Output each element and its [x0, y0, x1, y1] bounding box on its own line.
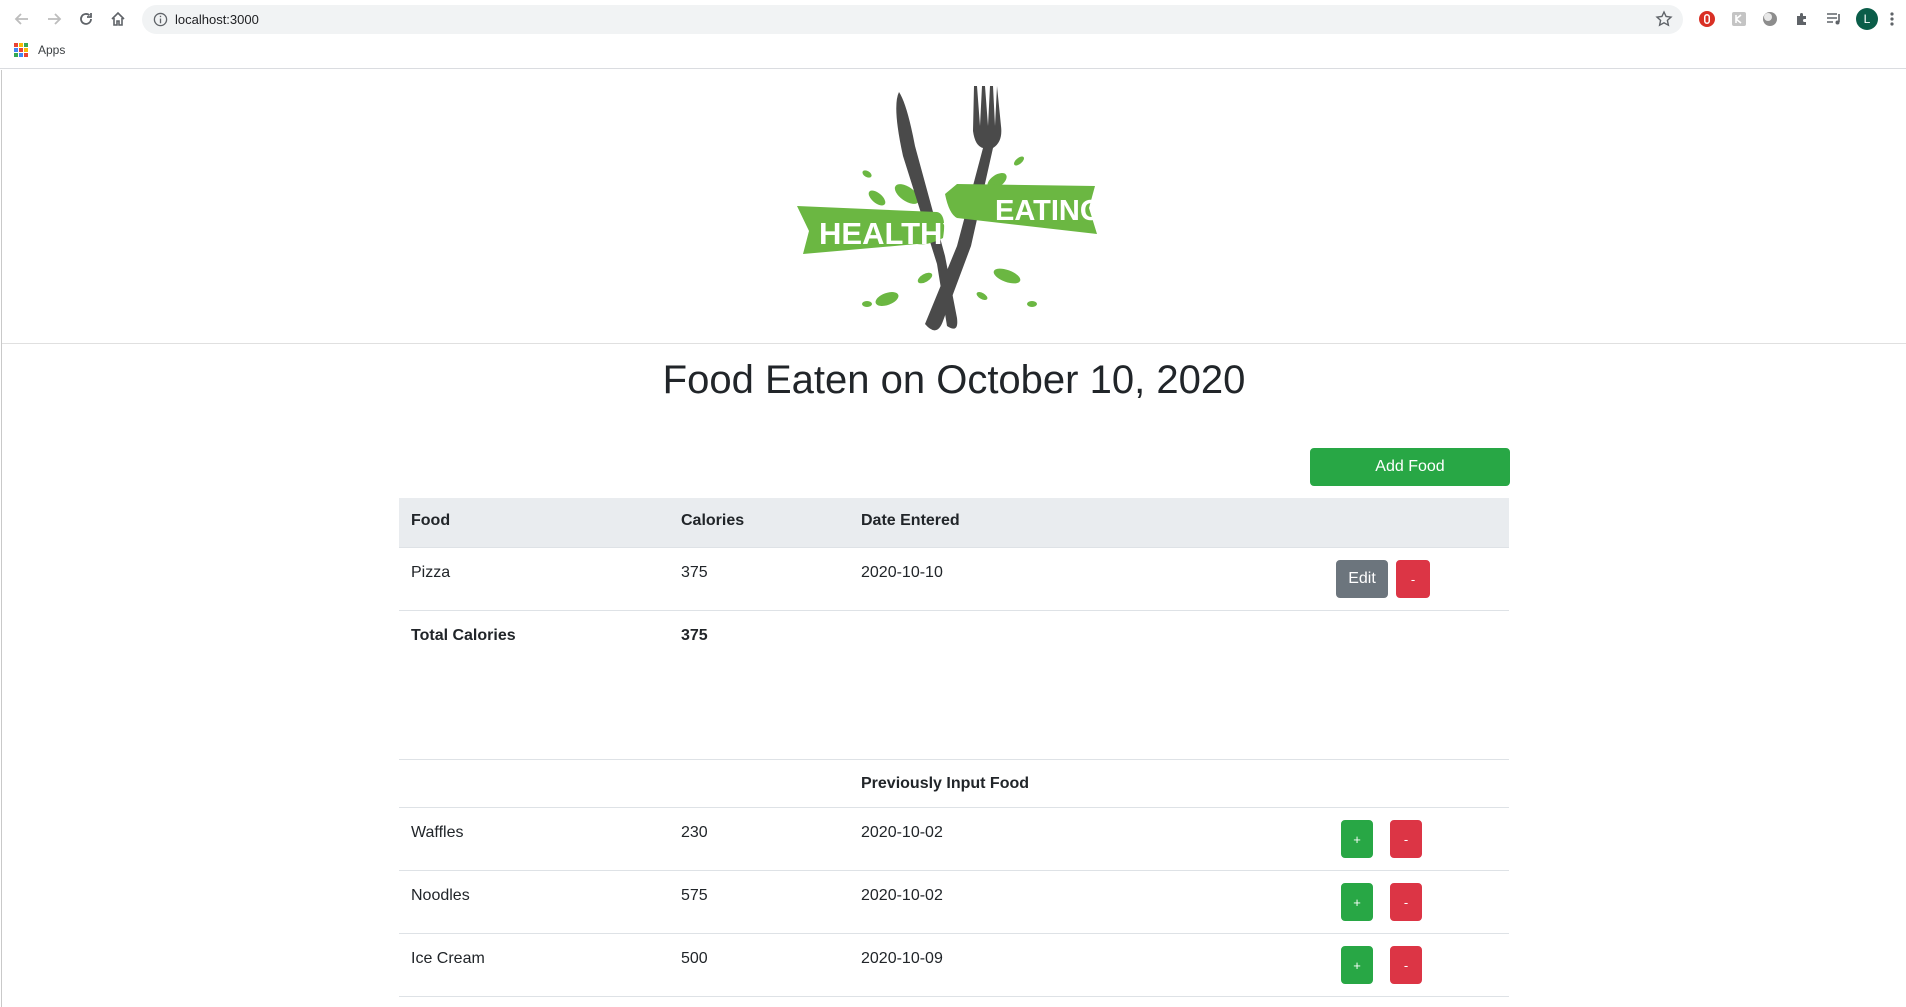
add-again-button[interactable]: + — [1341, 820, 1373, 858]
remove-button[interactable]: - — [1390, 946, 1422, 984]
page-content: HEALTHY EATING Food Eaten on October 10,… — [1, 70, 1906, 1007]
browser-menu-icon[interactable] — [1882, 9, 1902, 29]
logo-text-right: EATING — [995, 195, 1102, 227]
bookmarks-bar — [0, 39, 1906, 69]
row-food: Waffles — [411, 824, 464, 841]
table-row: Noodles 575 2020-10-02 + - — [399, 871, 1509, 934]
profile-avatar[interactable]: L — [1856, 8, 1878, 30]
today-table-header: Food Calories Date Entered — [399, 498, 1509, 548]
row-date: 2020-10-09 — [861, 950, 943, 967]
row-date: 2020-10-10 — [861, 564, 943, 581]
bookmark-star-icon[interactable] — [1655, 10, 1673, 28]
logo-text-left: HEALTHY — [819, 216, 963, 251]
table-row: Ice Cream 500 2020-10-09 + - — [399, 934, 1509, 997]
row-food: Pizza — [411, 564, 451, 581]
extension-gray-icon[interactable] — [1729, 9, 1749, 29]
row-calories: 500 — [681, 950, 708, 967]
page-title: Food Eaten on October 10, 2020 — [662, 358, 1246, 402]
row-date: 2020-10-02 — [861, 824, 943, 841]
total-value: 375 — [681, 627, 708, 644]
row-calories: 575 — [681, 887, 708, 904]
hero-banner: HEALTHY EATING — [2, 70, 1906, 344]
table-row: Waffles 230 2020-10-02 + - — [399, 808, 1509, 871]
extension-red-icon[interactable] — [1697, 9, 1717, 29]
apps-bookmark[interactable]: Apps — [38, 43, 65, 57]
site-info-icon[interactable] — [153, 12, 168, 27]
previous-heading: Previously Input Food — [861, 775, 1030, 792]
edit-button[interactable]: Edit — [1336, 560, 1388, 598]
browser-toolbar: localhost:3000 L — [0, 0, 1906, 39]
remove-button[interactable]: - — [1390, 883, 1422, 921]
media-queue-icon[interactable] — [1824, 9, 1844, 29]
remove-button[interactable]: - — [1390, 820, 1422, 858]
extension-circle-icon[interactable] — [1760, 9, 1780, 29]
url-text: localhost:3000 — [175, 12, 259, 27]
address-bar[interactable]: localhost:3000 — [142, 5, 1683, 34]
forward-icon[interactable] — [42, 7, 66, 31]
extensions-puzzle-icon[interactable] — [1792, 9, 1812, 29]
previous-table-header: Previously Input Food — [399, 759, 1509, 808]
home-icon[interactable] — [106, 7, 130, 31]
header-date: Date Entered — [861, 512, 960, 529]
total-label: Total Calories — [411, 627, 516, 644]
row-calories: 230 — [681, 824, 708, 841]
back-icon[interactable] — [10, 7, 34, 31]
row-calories: 375 — [681, 564, 708, 581]
add-again-button[interactable]: + — [1341, 946, 1373, 984]
apps-grid-icon[interactable] — [14, 43, 28, 57]
row-food: Ice Cream — [411, 950, 485, 967]
row-food: Noodles — [411, 887, 470, 904]
row-date: 2020-10-02 — [861, 887, 943, 904]
header-calories: Calories — [681, 512, 745, 529]
remove-button[interactable]: - — [1396, 560, 1430, 598]
total-row: Total Calories 375 — [399, 611, 1509, 671]
healthy-eating-logo: HEALTHY EATING — [797, 86, 1102, 331]
reload-icon[interactable] — [74, 7, 98, 31]
header-food: Food — [411, 512, 451, 529]
add-again-button[interactable]: + — [1341, 883, 1373, 921]
add-food-button[interactable]: Add Food — [1310, 448, 1510, 486]
table-row: Pizza 375 2020-10-10 Edit - — [399, 548, 1509, 611]
